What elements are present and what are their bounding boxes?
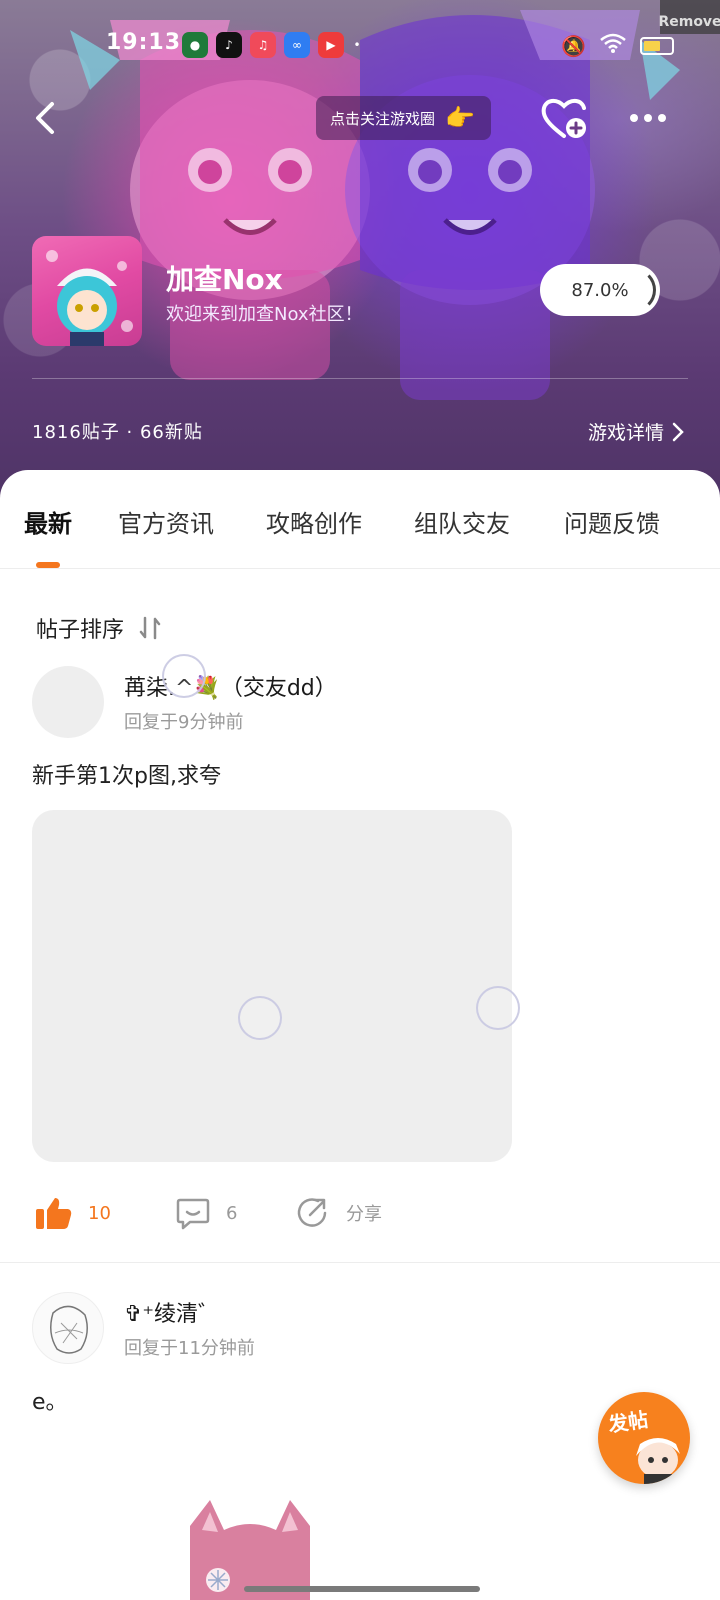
- remove-label: Remove: [658, 14, 720, 30]
- more-notifications-dot-icon: •: [353, 38, 361, 52]
- chevron-left-icon: [36, 102, 54, 134]
- infinity-app-icon: ∞: [284, 32, 310, 58]
- touch-indicator: [238, 996, 282, 1040]
- post-image[interactable]: [32, 810, 512, 1162]
- comment-button[interactable]: 6: [176, 1196, 237, 1230]
- pointing-hand-icon: 👉: [445, 104, 475, 132]
- home-indicator-bar[interactable]: [244, 1586, 480, 1592]
- status-bar: 19:13 ● ♪ ♫ ∞ ▶ • 🔕: [0, 30, 720, 60]
- more-dot-icon: [630, 114, 638, 122]
- remove-overlay-button[interactable]: Remove: [658, 0, 720, 34]
- post-divider: [0, 1262, 720, 1263]
- category-tabs: 最新 官方资讯 攻略创作 组队交友 问题反馈: [0, 504, 720, 544]
- heart-plus-icon: [541, 99, 586, 138]
- avatar[interactable]: [32, 1292, 104, 1364]
- post-stats: 1816贴子 · 66新贴: [32, 422, 203, 443]
- game-character-icon: [46, 250, 133, 346]
- sort-arrows-icon: [139, 616, 161, 640]
- avatar[interactable]: [32, 666, 104, 738]
- tab-team-friends[interactable]: 组队交友: [414, 504, 510, 539]
- tab-guides[interactable]: 攻略创作: [266, 504, 362, 539]
- follow-game-circle-tip[interactable]: 点击关注游戏圈 👉: [316, 96, 491, 140]
- post-actions: 10 6 分享: [36, 1196, 696, 1236]
- post-item[interactable]: 苒柒.^💐（交友dd） 回复于9分钟前 新手第1次p图,求夸 10 6 分享: [0, 666, 720, 1266]
- post-text: 新手第1次p图,求夸: [32, 764, 221, 789]
- post-reply-time: 回复于11分钟前: [124, 1338, 255, 1359]
- tabs-divider: [0, 568, 720, 569]
- like-count: 10: [88, 1202, 111, 1224]
- game-detail-label: 游戏详情: [587, 422, 664, 444]
- game-app-icon: [32, 236, 142, 346]
- share-arrow-icon: [297, 1198, 327, 1227]
- thumbs-up-icon: [36, 1198, 72, 1229]
- wifi-icon: [600, 33, 626, 58]
- post-author[interactable]: ✞⁺绫清゛: [124, 1296, 220, 1328]
- new-post-button[interactable]: 发帖: [598, 1392, 690, 1484]
- touch-indicator: [476, 986, 520, 1030]
- status-time: 19:13: [106, 30, 182, 55]
- comment-count: 6: [226, 1202, 238, 1224]
- game-detail-link[interactable]: 游戏详情: [588, 418, 684, 445]
- status-system-icons: 🔕: [561, 33, 674, 58]
- app-notification-icon: ●: [182, 32, 208, 58]
- music-app-icon: ♫: [250, 32, 276, 58]
- post-author[interactable]: 苒柒.^💐（交友dd）: [124, 670, 337, 702]
- follow-tip-text: 点击关注游戏圈: [330, 109, 436, 128]
- tab-feedback[interactable]: 问题反馈: [564, 504, 660, 539]
- more-dot-icon: [644, 114, 652, 122]
- game-welcome-text: 欢迎来到加查Nox社区！: [166, 304, 363, 325]
- tab-latest[interactable]: 最新: [24, 504, 72, 539]
- rating-ring-icon: [612, 268, 656, 312]
- more-options-button[interactable]: [626, 106, 670, 130]
- game-title: 加查Nox: [166, 263, 283, 296]
- post-text: e。: [32, 1390, 68, 1415]
- back-button[interactable]: [30, 96, 70, 140]
- tab-official-news[interactable]: 官方资讯: [118, 504, 214, 539]
- header-divider: [32, 378, 688, 379]
- post-sort-control[interactable]: 帖子排序: [36, 612, 162, 644]
- banner-character-art: [70, 10, 680, 400]
- comment-bubble-icon: [176, 1198, 210, 1230]
- sort-label: 帖子排序: [36, 618, 125, 643]
- mascot-icon: [636, 1438, 680, 1484]
- video-app-icon: ▶: [318, 32, 344, 58]
- battery-icon: [640, 36, 674, 55]
- post-reply-time: 回复于9分钟前: [124, 712, 244, 733]
- post-image[interactable]: [180, 1496, 320, 1600]
- sketch-avatar-icon: [50, 1305, 88, 1354]
- touch-indicator: [162, 654, 206, 698]
- tiktok-icon: ♪: [216, 32, 242, 58]
- chevron-right-icon: [672, 422, 684, 441]
- status-notification-icons: ● ♪ ♫ ∞ ▶ •: [182, 32, 362, 58]
- share-label: 分享: [346, 1204, 382, 1225]
- more-dot-icon: [658, 114, 666, 122]
- like-button[interactable]: 10: [36, 1196, 111, 1230]
- follow-heart-button[interactable]: [540, 96, 590, 142]
- mute-icon: 🔕: [561, 33, 586, 58]
- share-button[interactable]: 分享: [296, 1196, 382, 1230]
- game-rating-badge[interactable]: 87.0%: [540, 264, 660, 316]
